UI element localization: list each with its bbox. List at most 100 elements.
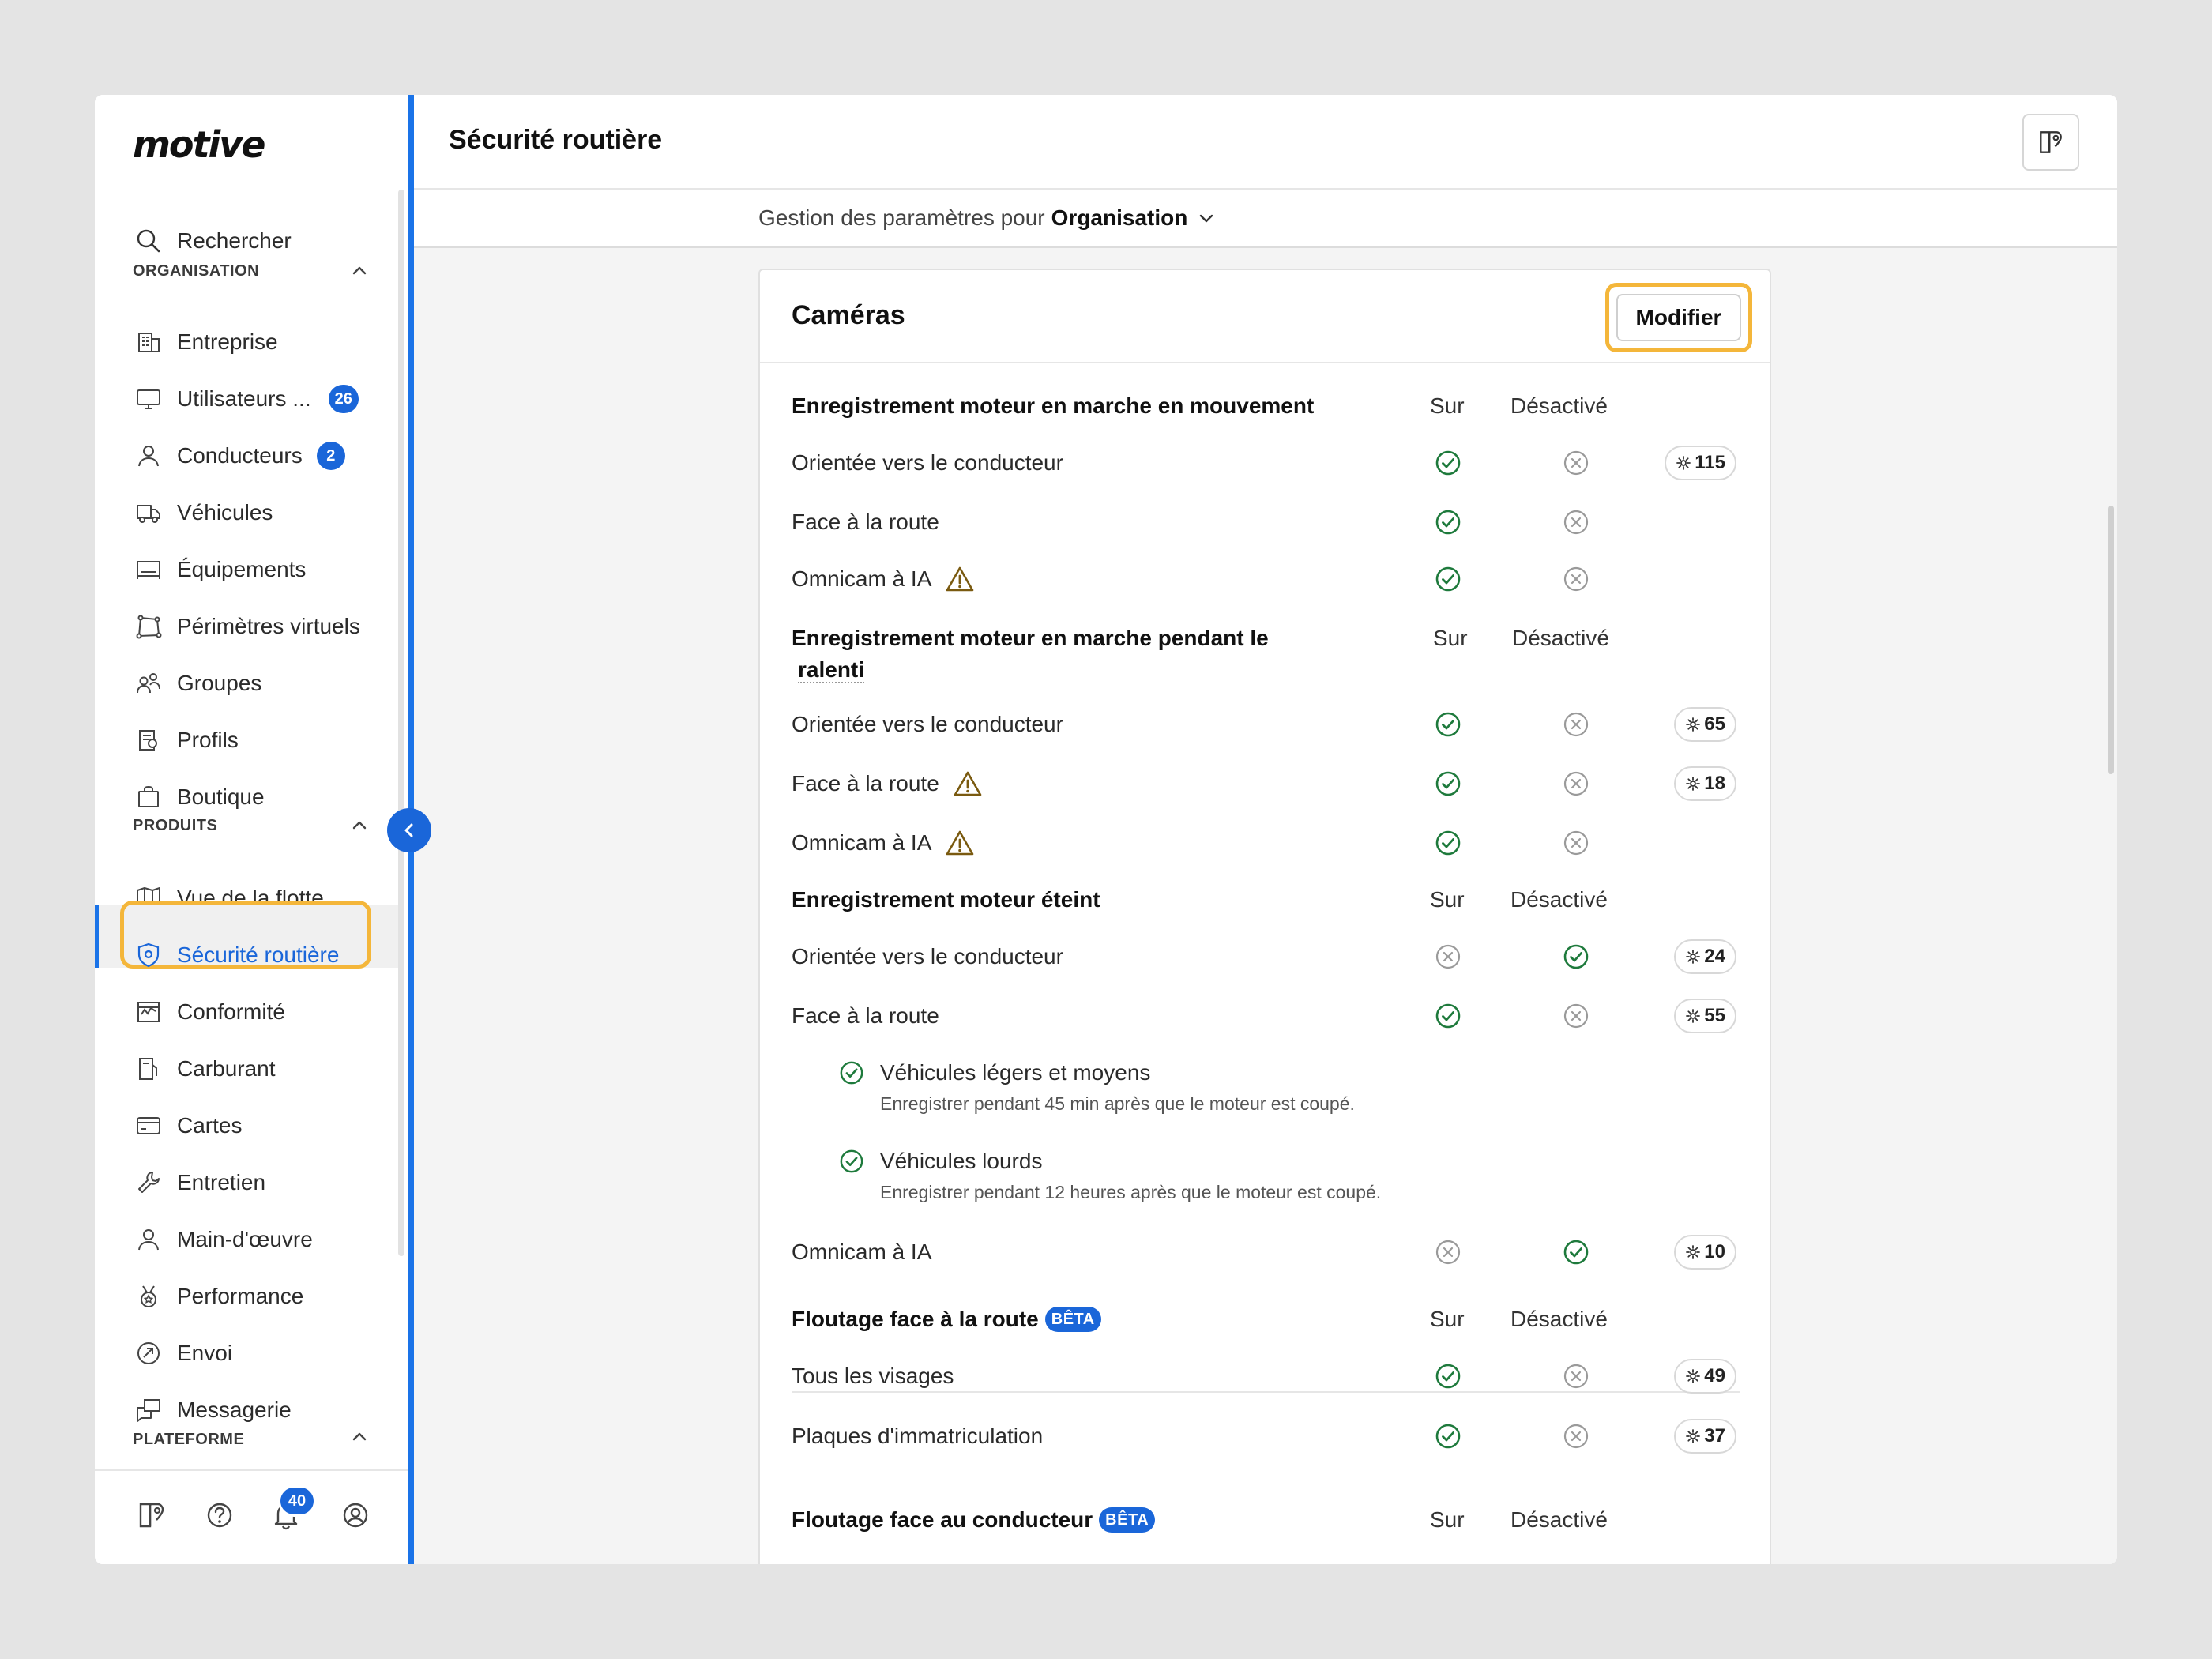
profile-settings-icon (133, 724, 164, 756)
setting-label: Face à la route (792, 510, 939, 534)
check-circle-icon[interactable] (1563, 1239, 1589, 1266)
sidebar-item-label: Messagerie (177, 1398, 292, 1422)
map-pin-book-icon[interactable] (134, 1498, 169, 1533)
sidebar-item-conducteurs[interactable]: Conducteurs 2 (133, 432, 345, 480)
chevron-up-icon[interactable] (348, 814, 371, 837)
sidebar-item-envoi[interactable]: Envoi (133, 1330, 232, 1377)
section-organisation[interactable]: ORGANISATION (133, 257, 259, 285)
check-circle-icon (839, 1060, 864, 1085)
scope-value: Organisation (1051, 205, 1188, 230)
chevron-up-icon[interactable] (348, 259, 371, 283)
building-icon (133, 326, 164, 358)
sub-option-description: Enregistrer pendant 12 heures après que … (880, 1182, 1382, 1202)
sidebar-item-carburant[interactable]: Carburant (133, 1045, 276, 1093)
sidebar-item-label: Main-d'œuvre (177, 1227, 313, 1251)
vehicle-count-pill[interactable]: 49 (1674, 1359, 1736, 1394)
check-circle-icon[interactable] (1563, 943, 1589, 970)
warning-icon[interactable] (946, 566, 974, 592)
scope-selector[interactable]: Gestion des paramètres pour Organisation (758, 205, 1217, 231)
check-circle-icon[interactable] (1435, 1423, 1462, 1450)
section-header-driver-blur: Floutage face au conducteur BÊTA Sur Désa… (792, 1496, 1740, 1544)
map-pin-book-icon (2040, 131, 2062, 153)
setting-label-wrap: Omnicam à IA (792, 566, 974, 592)
sidebar-item-profils[interactable]: Profils (133, 717, 239, 764)
x-circle-icon[interactable] (1563, 830, 1589, 856)
sidebar-item-label: Sécurité routière (177, 942, 340, 967)
check-circle-icon[interactable] (1435, 1363, 1462, 1390)
search-icon (133, 225, 164, 257)
x-circle-icon[interactable] (1563, 1423, 1589, 1450)
vehicle-count-pill[interactable]: 65 (1674, 707, 1736, 742)
sidebar-item-label: Utilisateurs ... (177, 386, 311, 411)
check-circle-icon[interactable] (1435, 770, 1462, 797)
sidebar-item-cartes[interactable]: Cartes (133, 1102, 242, 1149)
sidebar-item-label: Groupes (177, 671, 262, 695)
sidebar-item-label: Carburant (177, 1056, 276, 1081)
sidebar-item-conformite[interactable]: Conformité (133, 988, 285, 1036)
sidebar-item-performance[interactable]: Performance (133, 1273, 303, 1320)
vehicle-count-pill[interactable]: 18 (1674, 766, 1736, 801)
setting-label: Face à la route (792, 771, 939, 796)
setting-row: Omnicam à IA (792, 555, 1740, 603)
setting-label: Omnicam à IA (792, 1240, 932, 1264)
x-circle-icon[interactable] (1563, 1363, 1589, 1390)
sidebar-footer-divider (95, 1469, 408, 1471)
sidebar-item-entretien[interactable]: Entretien (133, 1159, 265, 1206)
sidebar-item-label: Conducteurs (177, 443, 303, 468)
check-circle-icon[interactable] (1435, 509, 1462, 536)
group-icon (133, 668, 164, 699)
vehicle-count: 10 (1704, 1241, 1725, 1262)
modify-button[interactable]: Modifier (1616, 294, 1741, 341)
section-title-wrap: Floutage face au conducteur BÊTA (792, 1507, 1156, 1533)
warning-icon[interactable] (946, 830, 974, 856)
x-circle-icon[interactable] (1563, 1003, 1589, 1029)
section-plateforme[interactable]: PLATEFORME (133, 1425, 244, 1454)
help-icon[interactable] (202, 1498, 237, 1533)
x-circle-icon[interactable] (1563, 450, 1589, 476)
check-circle-icon[interactable] (1435, 711, 1462, 738)
worker-icon (133, 1224, 164, 1255)
section-plateforme-label: PLATEFORME (133, 1430, 245, 1448)
content-scrollbar[interactable] (2108, 506, 2114, 774)
vehicle-count-pill[interactable]: 115 (1665, 446, 1736, 480)
account-icon[interactable] (338, 1498, 373, 1533)
x-circle-icon[interactable] (1563, 711, 1589, 738)
sidebar-item-securite[interactable]: Sécurité routière (133, 931, 339, 979)
sidebar-item-vehicules[interactable]: Véhicules (133, 489, 273, 536)
sidebar-item-label: Entretien (177, 1170, 266, 1194)
check-circle-icon[interactable] (1435, 566, 1462, 592)
chevron-up-icon[interactable] (348, 1425, 371, 1449)
vehicle-count-pill[interactable]: 10 (1674, 1235, 1736, 1270)
vehicle-count-pill[interactable]: 55 (1674, 999, 1736, 1033)
x-circle-icon[interactable] (1563, 509, 1589, 536)
warning-icon[interactable] (954, 770, 982, 797)
sidebar-item-perimetres[interactable]: Périmètres virtuels (133, 603, 360, 650)
x-circle-icon[interactable] (1563, 770, 1589, 797)
x-circle-icon[interactable] (1435, 1239, 1462, 1266)
x-circle-icon[interactable] (1435, 943, 1462, 970)
section-title: Enregistrement moteur éteint (792, 887, 1100, 912)
sidebar-item-entreprise[interactable]: Entreprise (133, 318, 278, 366)
sidebar-item-equipements[interactable]: Équipements (133, 546, 306, 593)
section-title-line[interactable]: ralenti (798, 657, 865, 683)
setting-row: Orientée vers le conducteur 115 (792, 439, 1740, 487)
section-produits[interactable]: PRODUITS (133, 811, 217, 840)
check-circle-icon[interactable] (1435, 830, 1462, 856)
logbook-icon (133, 996, 164, 1028)
check-circle-icon[interactable] (1435, 1003, 1462, 1029)
shopping-bag-icon (133, 781, 164, 813)
check-circle-icon[interactable] (1435, 450, 1462, 476)
sidebar-scrollbar[interactable] (398, 190, 404, 1256)
collapse-sidebar-button[interactable] (387, 808, 431, 852)
x-circle-icon[interactable] (1563, 566, 1589, 592)
map-book-button[interactable] (2022, 114, 2079, 171)
sidebar-item-utilisateurs[interactable]: Utilisateurs ... 26 (133, 375, 359, 423)
sidebar-item-main-oeuvre[interactable]: Main-d'œuvre (133, 1216, 313, 1263)
motive-logo[interactable]: motive (133, 123, 314, 180)
vehicle-count: 49 (1704, 1365, 1725, 1386)
vehicle-count: 115 (1695, 452, 1725, 473)
vehicle-count-pill[interactable]: 37 (1674, 1419, 1736, 1454)
vehicle-count-pill[interactable]: 24 (1674, 939, 1736, 974)
gear-icon (1685, 1244, 1701, 1260)
sidebar-item-groupes[interactable]: Groupes (133, 660, 261, 707)
